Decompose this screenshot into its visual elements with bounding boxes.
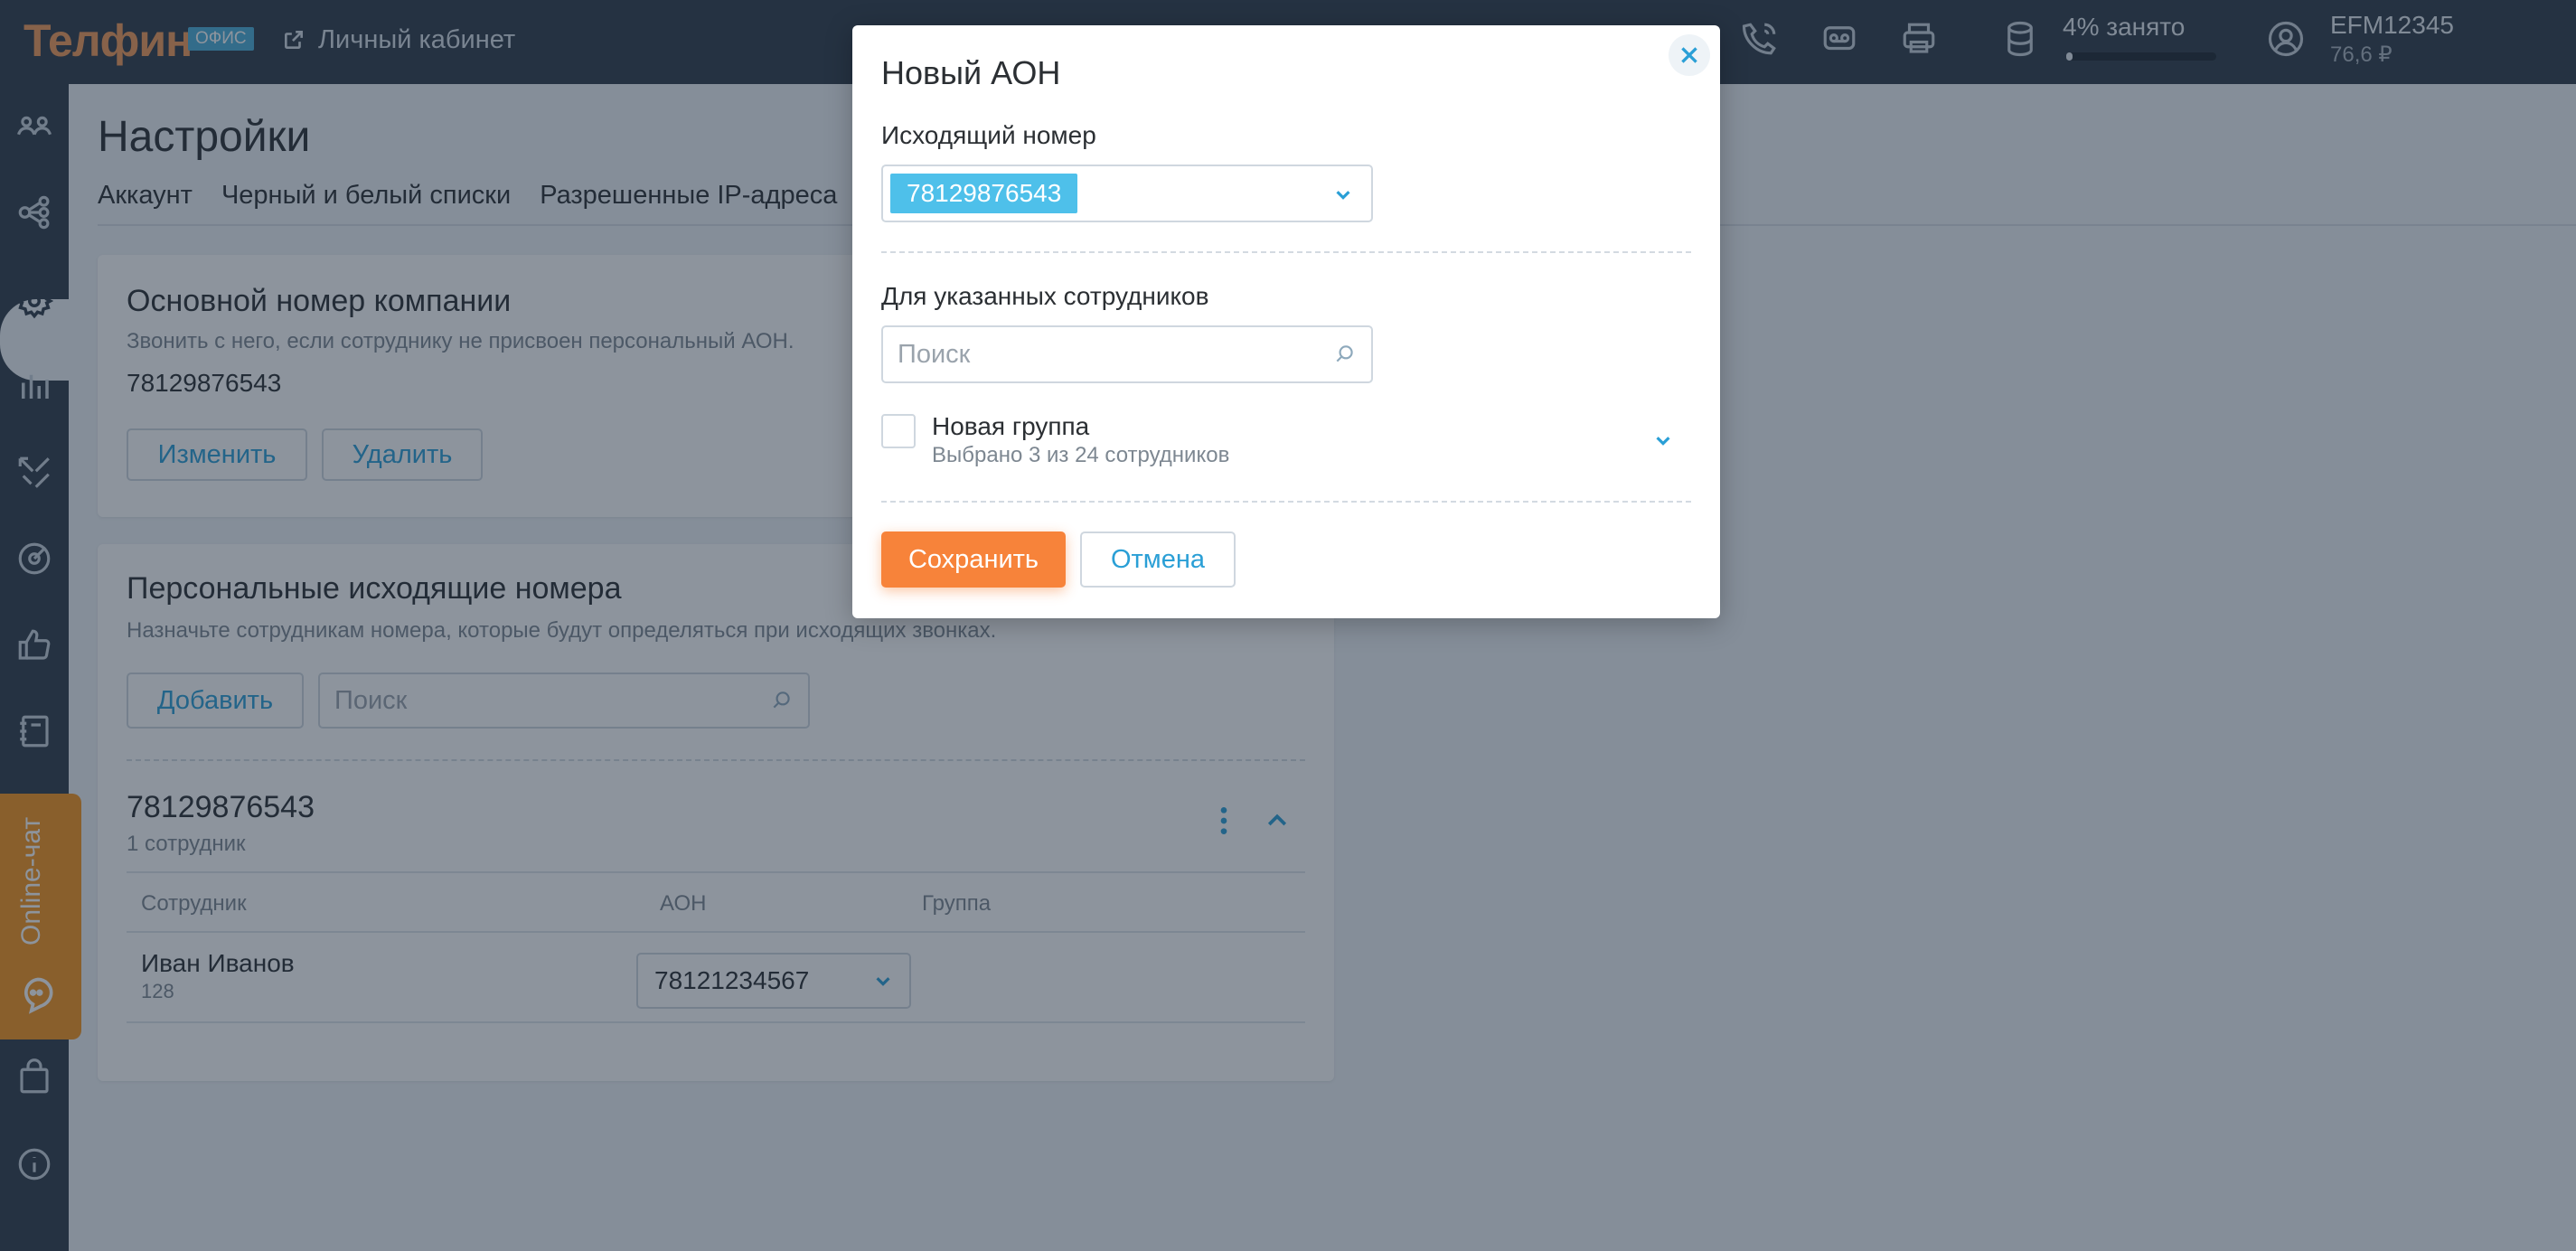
employee-search-placeholder: Поиск (898, 339, 971, 369)
employees-label: Для указанных сотрудников (881, 282, 1209, 310)
outgoing-number-select[interactable]: 78129876543 (881, 165, 1373, 222)
chevron-down-icon (1333, 184, 1353, 204)
group-checkbox[interactable] (881, 414, 916, 448)
save-button[interactable]: Сохранить (881, 531, 1066, 588)
close-icon (1678, 43, 1701, 67)
modal-divider-bottom (881, 501, 1691, 503)
cancel-button[interactable]: Отмена (1080, 531, 1236, 588)
modal-divider-top (881, 251, 1691, 253)
employee-search-input[interactable]: Поиск (881, 325, 1373, 383)
new-aon-modal: Новый АОН Исходящий номер 78129876543 Дл… (852, 25, 1720, 618)
outgoing-number-label: Исходящий номер (881, 121, 1096, 149)
search-icon (1333, 343, 1357, 366)
close-button[interactable] (1669, 34, 1710, 76)
group-name: Новая группа (932, 412, 1090, 440)
group-selected-count: Выбрано 3 из 24 сотрудников (932, 443, 1230, 467)
group-expand-chevron-icon[interactable] (1653, 430, 1673, 450)
modal-title: Новый АОН (881, 54, 1061, 91)
selected-number-chip[interactable]: 78129876543 (890, 174, 1078, 213)
